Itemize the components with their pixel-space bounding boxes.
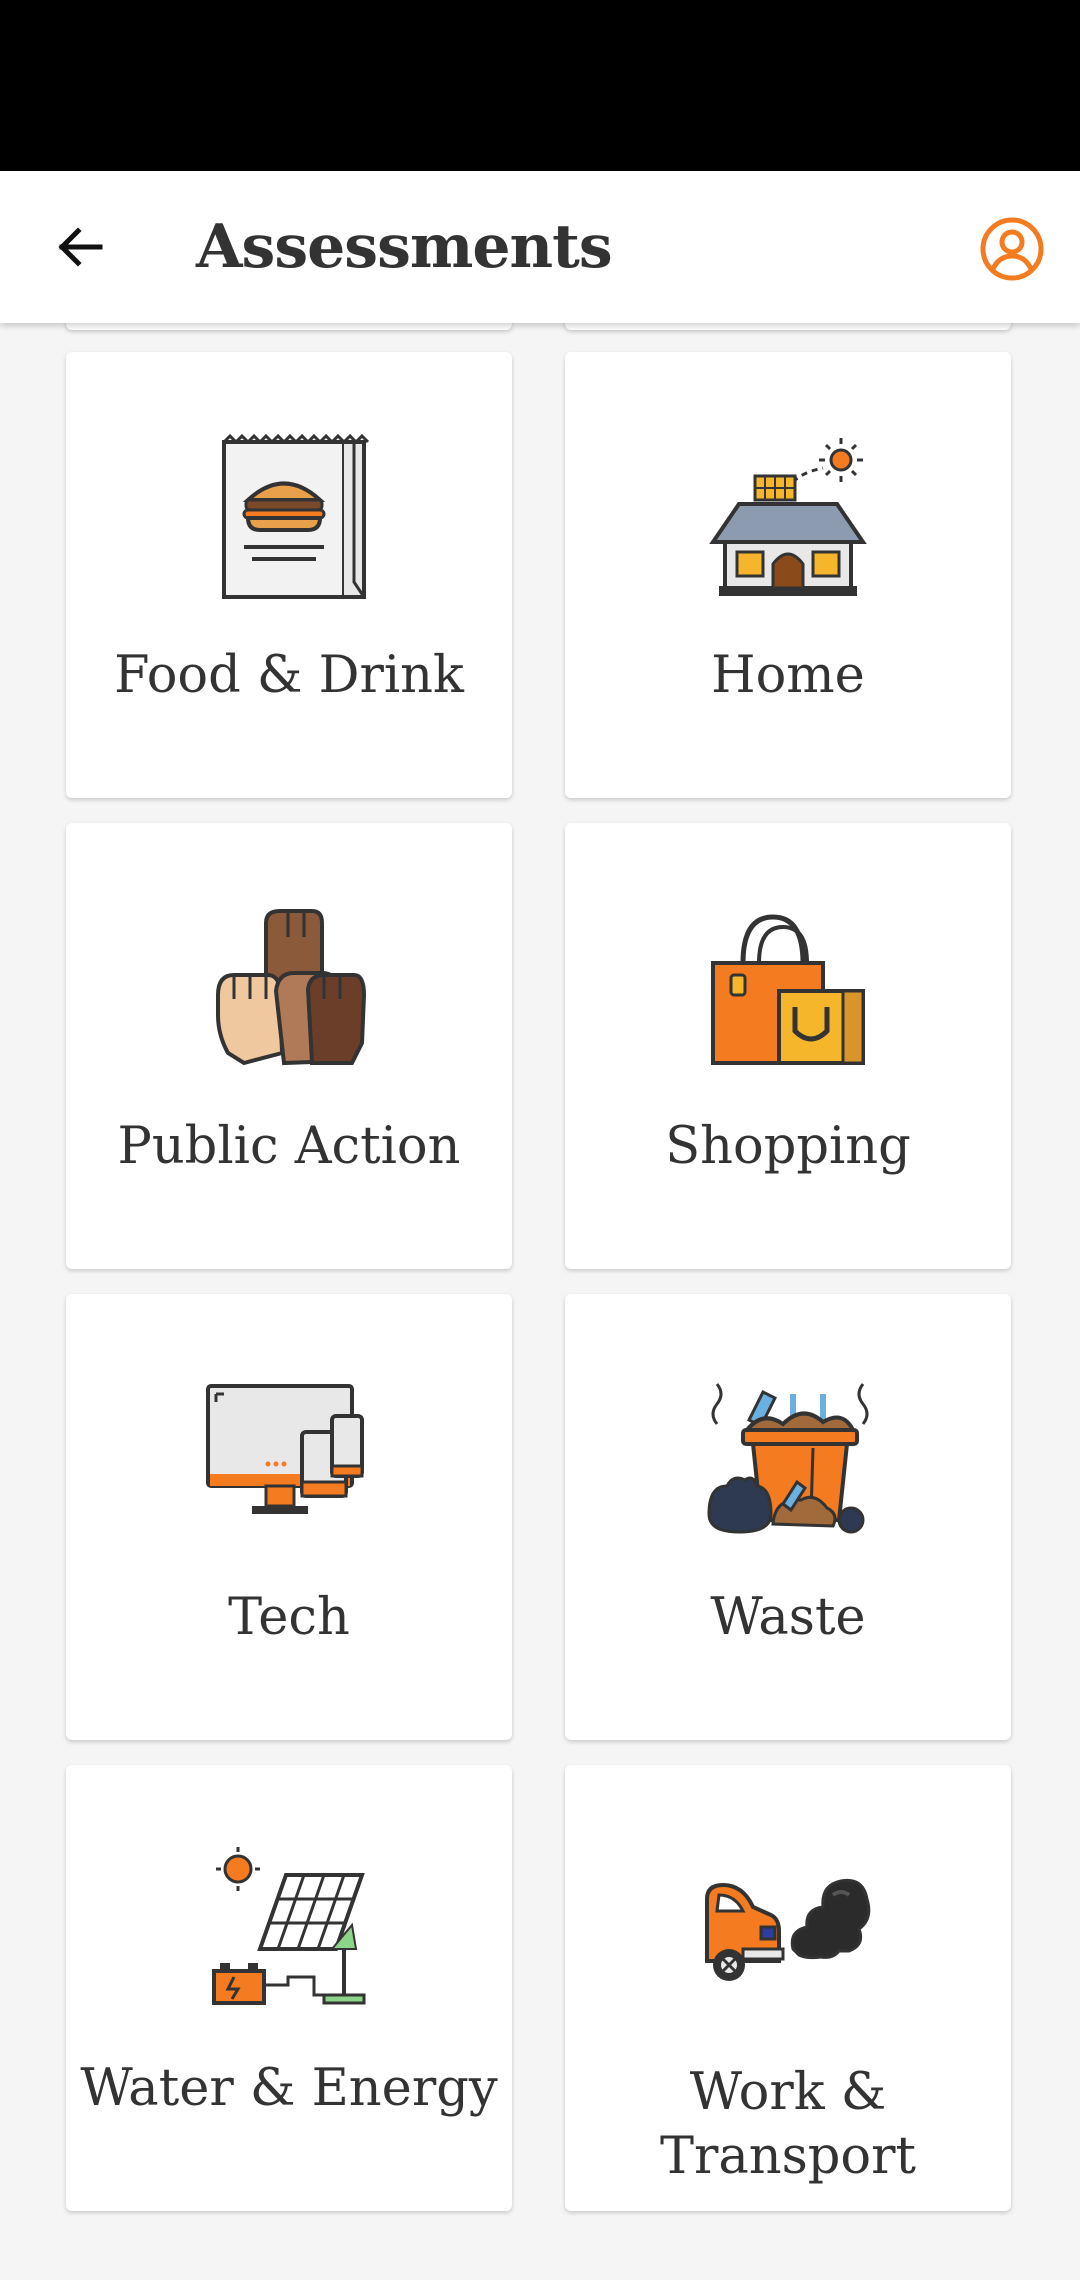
- category-label: Water & Energy: [80, 2059, 498, 2118]
- arrow-left-icon: [58, 227, 103, 267]
- category-label-line-2: Transport: [659, 2127, 917, 2186]
- category-grid: Food & Drink Home Public Action Shopping…: [0, 0, 1080, 2280]
- raised-fists-icon: [216, 909, 367, 1066]
- app-bar: Assessments: [0, 171, 1080, 323]
- garbage-bin-icon: [707, 1383, 869, 1534]
- category-label: Shopping: [665, 1117, 911, 1176]
- bottom-spacer: [0, 2240, 1080, 2280]
- category-label: Public Action: [117, 1117, 461, 1176]
- back-button[interactable]: [40, 207, 120, 287]
- car-exhaust-icon: [705, 1878, 871, 1981]
- category-label-line-1: Work &: [689, 2063, 887, 2122]
- category-card-home[interactable]: Home: [565, 352, 1011, 798]
- page-title: Assessments: [196, 212, 613, 282]
- category-card-shopping[interactable]: Shopping: [565, 823, 1011, 1269]
- category-card-work-transport[interactable]: Work & Transport: [565, 1765, 1011, 2211]
- shopping-bags-icon: [711, 914, 865, 1065]
- category-card-public-action[interactable]: Public Action: [66, 823, 512, 1269]
- category-label: Home: [711, 646, 865, 705]
- category-card-water-energy[interactable]: Water & Energy: [66, 1765, 512, 2211]
- user-circle-icon: [980, 217, 1044, 281]
- category-label: Food & Drink: [114, 646, 464, 705]
- devices-icon: [206, 1384, 364, 1514]
- solar-panel-battery-icon: [212, 1847, 366, 2005]
- category-card-tech[interactable]: Tech: [66, 1294, 512, 1740]
- category-card-waste[interactable]: Waste: [565, 1294, 1011, 1740]
- solar-house-icon: [709, 438, 867, 596]
- category-label: Work & Transport: [565, 2061, 1011, 2189]
- food-bag-burger-icon: [222, 433, 370, 599]
- category-label: Tech: [228, 1588, 350, 1647]
- category-label: Waste: [710, 1588, 866, 1647]
- category-card-food-drink[interactable]: Food & Drink: [66, 352, 512, 798]
- profile-button[interactable]: [972, 209, 1052, 289]
